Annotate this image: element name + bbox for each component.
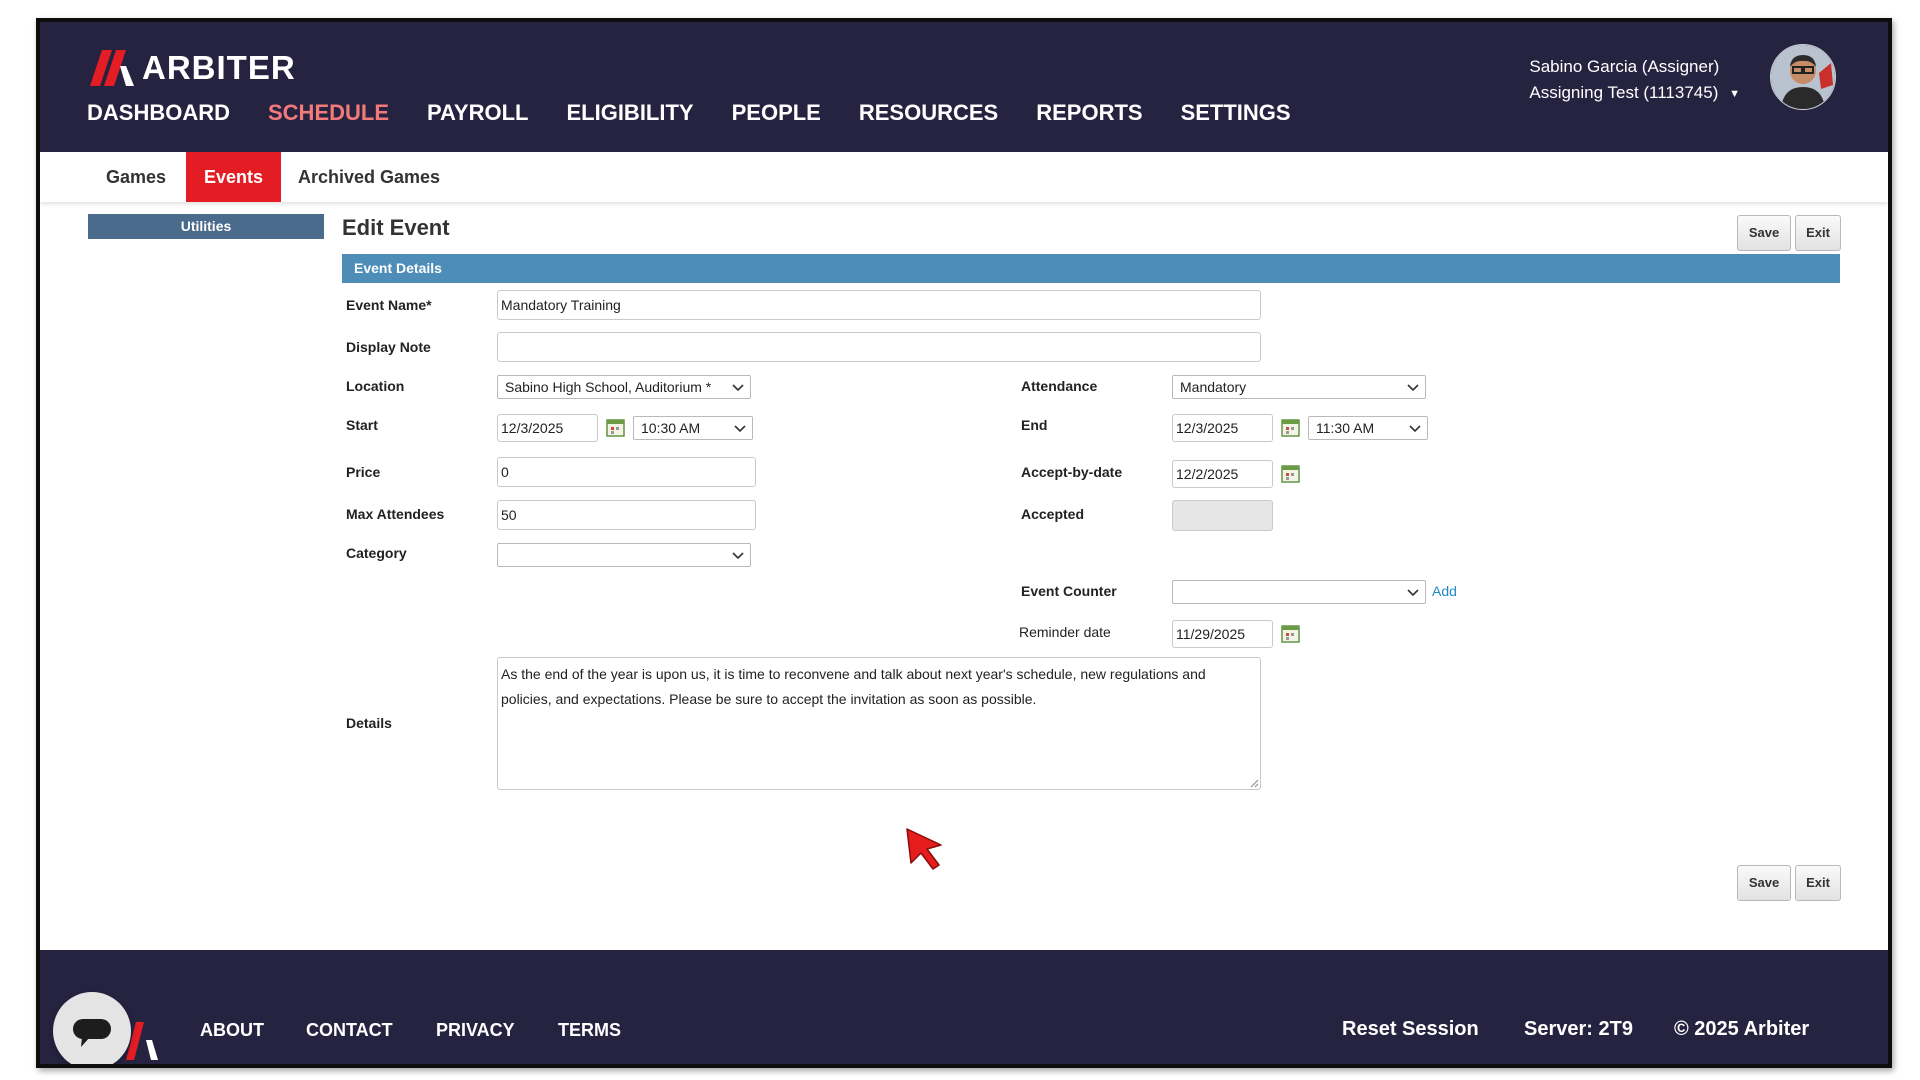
accepted-label: Accepted xyxy=(1021,506,1085,522)
tab-events[interactable]: Events xyxy=(186,152,282,202)
event-details-header: Event Details xyxy=(342,254,1840,283)
resize-grip-icon[interactable] xyxy=(1250,779,1259,788)
attendance-value: Mandatory xyxy=(1180,379,1247,395)
location-value: Sabino High School, Auditorium * xyxy=(505,379,712,395)
start-time-value: 10:30 AM xyxy=(641,420,701,436)
category-label: Category xyxy=(346,545,407,561)
price-input[interactable]: 0 xyxy=(497,457,756,487)
save-button-top[interactable]: Save xyxy=(1737,215,1791,251)
reset-session-link[interactable]: Reset Session xyxy=(1342,1018,1479,1041)
accepted-field xyxy=(1172,500,1273,531)
max-attendees-label: Max Attendees xyxy=(346,506,445,522)
exit-button-bottom[interactable]: Exit xyxy=(1795,865,1841,901)
chevron-down-icon xyxy=(732,384,744,392)
nav-settings[interactable]: SETTINGS xyxy=(1181,100,1291,126)
event-name-label: Event Name* xyxy=(346,297,432,313)
copyright-text: © 2025 Arbiter xyxy=(1674,1018,1810,1040)
details-textarea[interactable]: As the end of the year is upon us, it is… xyxy=(497,657,1261,790)
top-navigation-bar: ARBITER DASHBOARD SCHEDULE PAYROLL ELIGI… xyxy=(40,22,1888,152)
user-menu[interactable]: Sabino Garcia (Assigner) Assigning Test … xyxy=(1529,54,1740,107)
location-label: Location xyxy=(346,378,405,394)
calendar-icon[interactable] xyxy=(1281,464,1300,483)
accept-by-date-input[interactable]: 12/2/2025 xyxy=(1172,460,1273,488)
calendar-icon[interactable] xyxy=(1281,624,1300,643)
price-label: Price xyxy=(346,464,381,480)
attendance-select[interactable]: Mandatory xyxy=(1172,375,1426,399)
end-time-select[interactable]: 11:30 AM xyxy=(1308,416,1428,440)
chat-button[interactable] xyxy=(53,992,131,1064)
user-account: Assigning Test (1113745) xyxy=(1529,83,1719,102)
details-label: Details xyxy=(346,715,392,731)
chevron-down-icon xyxy=(734,425,746,433)
server-label: Server: 2T9 xyxy=(1524,1018,1633,1040)
event-name-input[interactable]: Mandatory Training xyxy=(497,290,1261,320)
footer-about-link[interactable]: ABOUT xyxy=(200,1020,264,1041)
display-note-input[interactable] xyxy=(497,332,1261,362)
category-select[interactable] xyxy=(497,543,751,567)
arbiter-logo-icon xyxy=(90,50,134,86)
tab-archived-games[interactable]: Archived Games xyxy=(280,152,458,202)
utilities-button[interactable]: Utilities xyxy=(88,214,324,239)
details-text: As the end of the year is upon us, it is… xyxy=(501,666,1206,707)
nav-schedule[interactable]: SCHEDULE xyxy=(268,100,389,126)
accept-by-date-label: Accept-by-date xyxy=(1021,464,1123,480)
reminder-date-label: Reminder date xyxy=(1019,624,1111,640)
nav-resources[interactable]: RESOURCES xyxy=(859,100,998,126)
event-counter-select[interactable] xyxy=(1172,580,1426,604)
brand-name: ARBITER xyxy=(142,49,296,86)
chevron-down-icon xyxy=(1407,384,1419,392)
browser-frame: ARBITER DASHBOARD SCHEDULE PAYROLL ELIGI… xyxy=(36,18,1892,1068)
nav-dashboard[interactable]: DASHBOARD xyxy=(87,100,230,126)
start-date-input[interactable]: 12/3/2025 xyxy=(497,414,598,442)
tab-games[interactable]: Games xyxy=(88,152,184,202)
location-select[interactable]: Sabino High School, Auditorium * xyxy=(497,375,751,399)
save-button-bottom[interactable]: Save xyxy=(1737,865,1791,901)
page-title: Edit Event xyxy=(342,215,450,240)
calendar-icon[interactable] xyxy=(1281,418,1300,437)
chevron-down-icon xyxy=(1407,589,1419,597)
calendar-icon[interactable] xyxy=(606,418,625,437)
chevron-down-icon xyxy=(1409,425,1421,433)
avatar[interactable] xyxy=(1770,44,1836,110)
user-name: Sabino Garcia (Assigner) xyxy=(1529,57,1720,76)
user-account-switcher[interactable]: Assigning Test (1113745) ▼ xyxy=(1529,80,1740,107)
sub-navigation: Games Events Archived Games xyxy=(40,152,1888,202)
nav-payroll[interactable]: PAYROLL xyxy=(427,100,528,126)
mouse-cursor-icon xyxy=(906,828,942,870)
arbiter-logo[interactable]: ARBITER xyxy=(90,48,296,88)
end-label: End xyxy=(1021,417,1048,433)
start-time-select[interactable]: 10:30 AM xyxy=(633,416,753,440)
attendance-label: Attendance xyxy=(1021,378,1098,394)
footer-contact-link[interactable]: CONTACT xyxy=(306,1020,393,1041)
event-counter-label: Event Counter xyxy=(1021,583,1117,599)
footer-privacy-link[interactable]: PRIVACY xyxy=(436,1020,515,1041)
caret-down-icon: ▼ xyxy=(1729,87,1740,100)
end-date-input[interactable]: 12/3/2025 xyxy=(1172,414,1273,442)
footer: ABOUT CONTACT PRIVACY TERMS Reset Sessio… xyxy=(40,950,1888,1064)
chevron-down-icon xyxy=(732,552,744,560)
nav-eligibility[interactable]: ELIGIBILITY xyxy=(566,100,693,126)
reminder-date-input[interactable]: 11/29/2025 xyxy=(1172,620,1273,648)
max-attendees-input[interactable]: 50 xyxy=(497,500,756,530)
main-navigation: DASHBOARD SCHEDULE PAYROLL ELIGIBILITY P… xyxy=(87,100,1329,126)
chat-icon xyxy=(73,1019,111,1047)
nav-reports[interactable]: REPORTS xyxy=(1036,100,1142,126)
exit-button-top[interactable]: Exit xyxy=(1795,215,1841,251)
user-photo xyxy=(1771,45,1835,109)
display-note-label: Display Note xyxy=(346,339,431,355)
footer-terms-link[interactable]: TERMS xyxy=(558,1020,621,1041)
start-label: Start xyxy=(346,417,378,433)
end-time-value: 11:30 AM xyxy=(1316,420,1375,436)
add-event-counter-link[interactable]: Add xyxy=(1432,583,1457,599)
nav-people[interactable]: PEOPLE xyxy=(732,100,821,126)
